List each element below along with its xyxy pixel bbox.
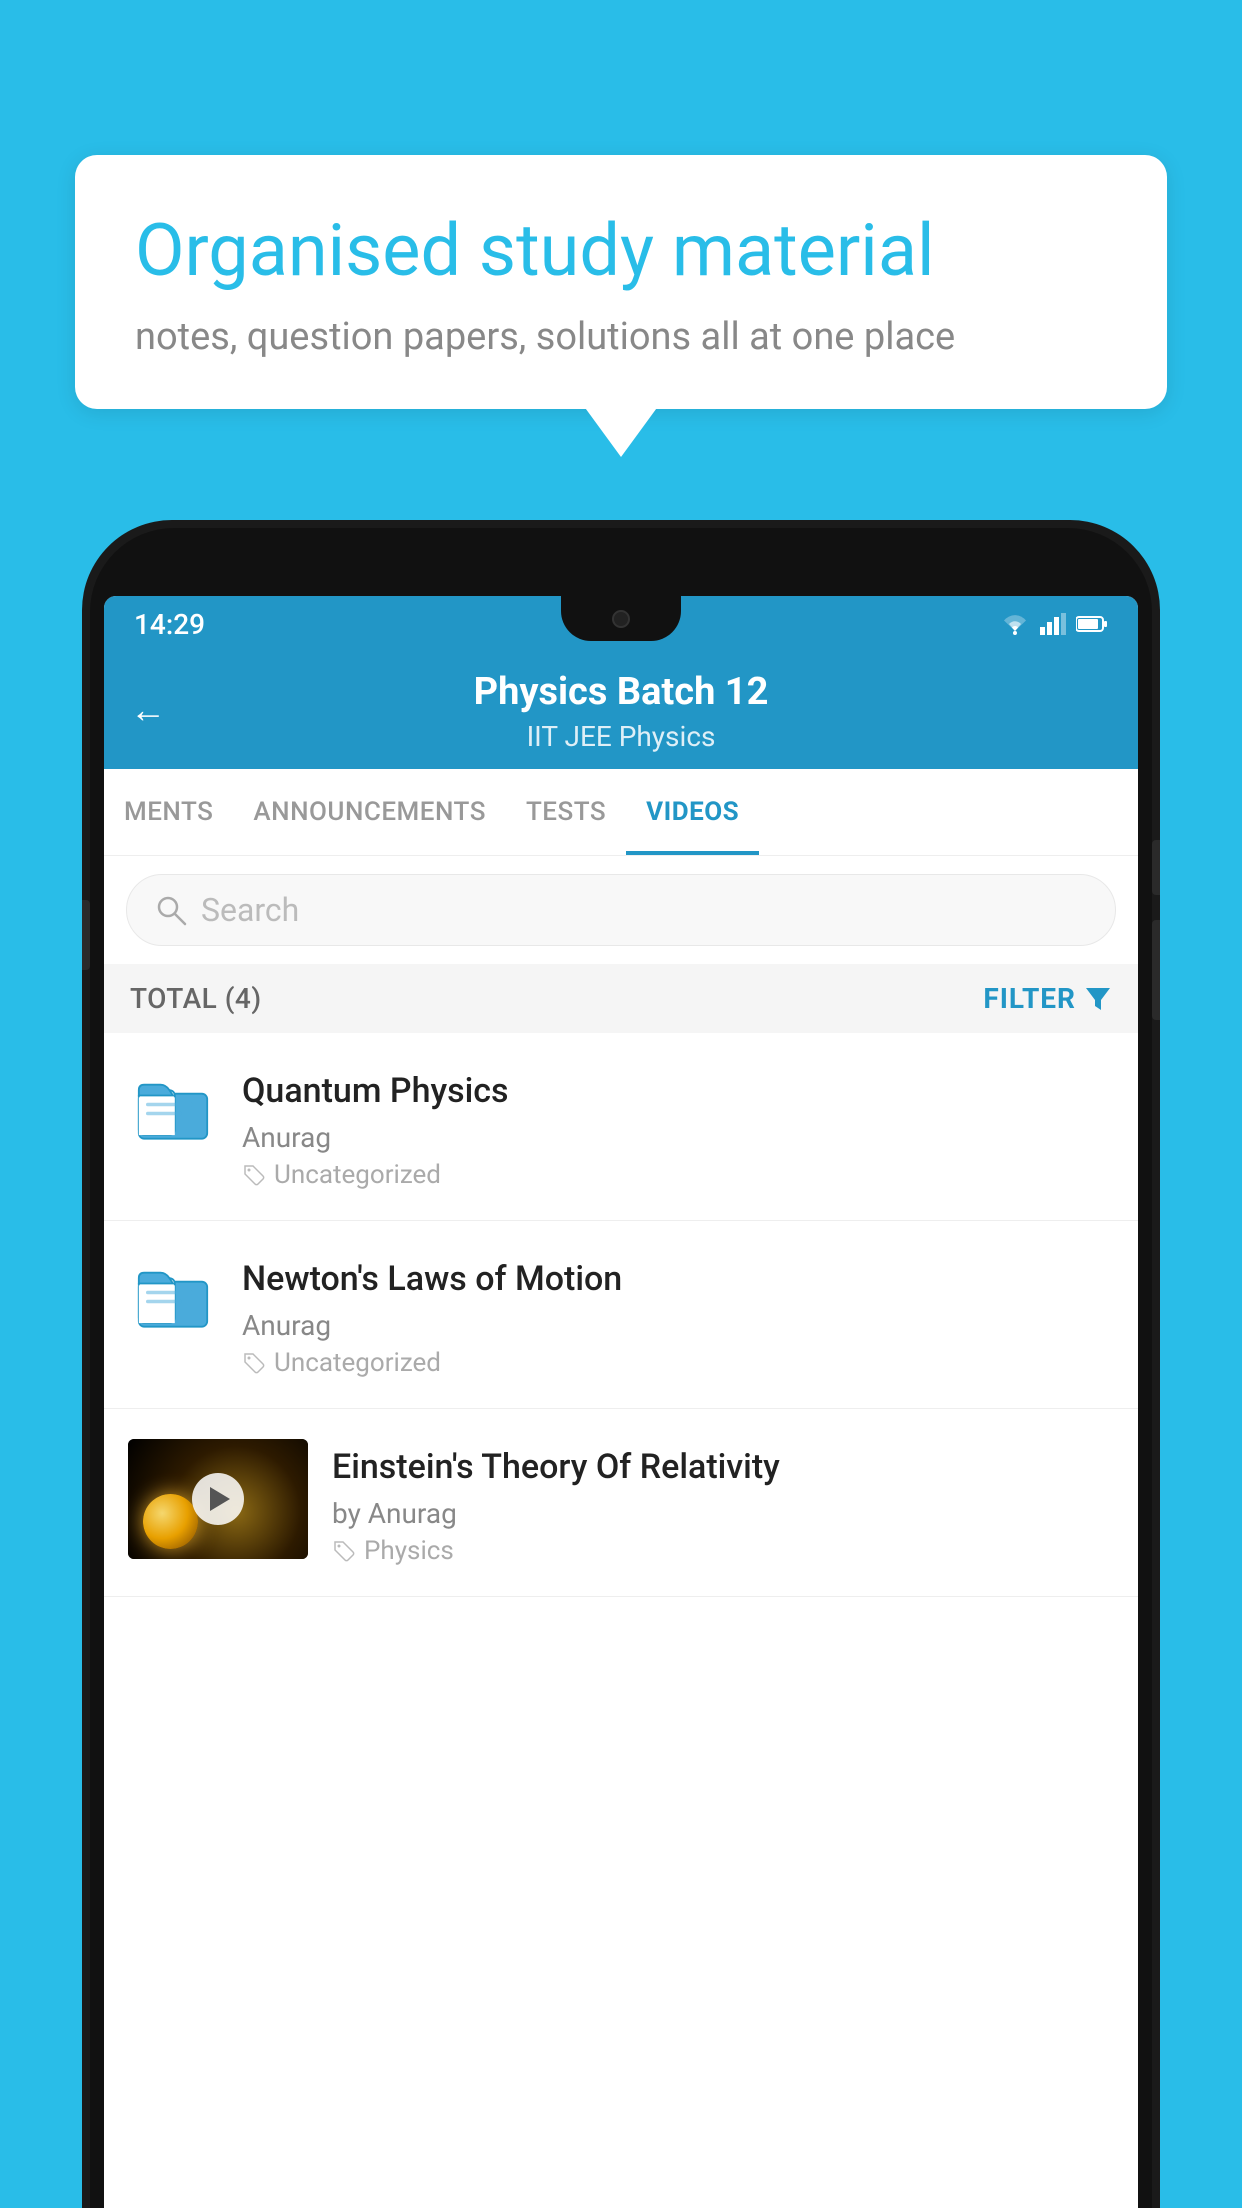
video-tag: Physics bbox=[332, 1536, 1114, 1566]
tab-ments[interactable]: MENTS bbox=[104, 769, 233, 855]
volume-down-button bbox=[1152, 920, 1160, 1020]
tag-icon bbox=[242, 1163, 266, 1187]
search-icon bbox=[155, 894, 187, 926]
folder-icon bbox=[137, 1261, 209, 1333]
tab-videos[interactable]: VIDEOS bbox=[626, 769, 759, 855]
video-info: Newton's Laws of Motion Anurag Uncategor… bbox=[242, 1251, 1114, 1378]
tag-label: Uncategorized bbox=[274, 1348, 441, 1378]
video-thumbnail bbox=[128, 1439, 308, 1559]
volume-button bbox=[82, 900, 90, 970]
video-list: Quantum Physics Anurag Uncategorized bbox=[104, 1033, 1138, 1598]
video-title: Quantum Physics bbox=[242, 1069, 1114, 1113]
tag-label: Uncategorized bbox=[274, 1160, 441, 1190]
bubble-subtitle: notes, question papers, solutions all at… bbox=[135, 315, 1107, 359]
total-count-label: TOTAL (4) bbox=[130, 982, 262, 1015]
power-button bbox=[1152, 840, 1160, 895]
play-button[interactable] bbox=[192, 1473, 244, 1525]
time-display: 14:29 bbox=[134, 608, 205, 641]
tag-label: Physics bbox=[364, 1536, 454, 1566]
video-tag: Uncategorized bbox=[242, 1160, 1114, 1190]
filter-bar: TOTAL (4) FILTER bbox=[104, 964, 1138, 1033]
thumbnail-orb bbox=[143, 1494, 198, 1549]
status-icons bbox=[1000, 613, 1108, 635]
back-button[interactable]: ← bbox=[130, 689, 166, 731]
folder-icon-container bbox=[128, 1251, 218, 1333]
video-author: Anurag bbox=[242, 1121, 1114, 1154]
video-title: Einstein's Theory Of Relativity bbox=[332, 1445, 1114, 1489]
video-info: Quantum Physics Anurag Uncategorized bbox=[242, 1063, 1114, 1190]
list-item[interactable]: Einstein's Theory Of Relativity by Anura… bbox=[104, 1409, 1138, 1597]
filter-button[interactable]: FILTER bbox=[983, 982, 1112, 1015]
video-tag: Uncategorized bbox=[242, 1348, 1114, 1378]
video-author: Anurag bbox=[242, 1309, 1114, 1342]
bubble-title: Organised study material bbox=[135, 210, 1107, 293]
battery-icon bbox=[1076, 615, 1108, 633]
search-container: Search bbox=[104, 856, 1138, 964]
video-info: Einstein's Theory Of Relativity by Anura… bbox=[332, 1439, 1114, 1566]
folder-icon-container bbox=[128, 1063, 218, 1145]
filter-icon bbox=[1084, 984, 1112, 1012]
play-triangle-icon bbox=[210, 1487, 230, 1511]
search-bar[interactable]: Search bbox=[126, 874, 1116, 946]
folder-icon bbox=[137, 1073, 209, 1145]
list-item[interactable]: Newton's Laws of Motion Anurag Uncategor… bbox=[104, 1221, 1138, 1409]
signal-icon bbox=[1040, 613, 1066, 635]
tag-icon bbox=[332, 1539, 356, 1563]
tag-icon bbox=[242, 1351, 266, 1375]
tabs-bar: MENTS ANNOUNCEMENTS TESTS VIDEOS bbox=[104, 769, 1138, 856]
tab-announcements[interactable]: ANNOUNCEMENTS bbox=[233, 769, 506, 855]
video-title: Newton's Laws of Motion bbox=[242, 1257, 1114, 1301]
phone-notch bbox=[561, 596, 681, 641]
phone-frame: 14:29 bbox=[82, 520, 1160, 2208]
wifi-icon bbox=[1000, 613, 1030, 635]
speech-bubble: Organised study material notes, question… bbox=[75, 155, 1167, 409]
list-item[interactable]: Quantum Physics Anurag Uncategorized bbox=[104, 1033, 1138, 1221]
header-subtitle: IIT JEE Physics bbox=[134, 720, 1108, 753]
front-camera bbox=[612, 610, 630, 628]
search-placeholder: Search bbox=[201, 891, 299, 929]
filter-label: FILTER bbox=[983, 982, 1076, 1015]
phone-inner: 14:29 bbox=[90, 528, 1152, 2208]
tab-tests[interactable]: TESTS bbox=[506, 769, 626, 855]
app-header: ← Physics Batch 12 IIT JEE Physics bbox=[104, 652, 1138, 769]
video-author: by Anurag bbox=[332, 1497, 1114, 1530]
phone-screen: 14:29 bbox=[104, 596, 1138, 2208]
header-title: Physics Batch 12 bbox=[134, 670, 1108, 716]
